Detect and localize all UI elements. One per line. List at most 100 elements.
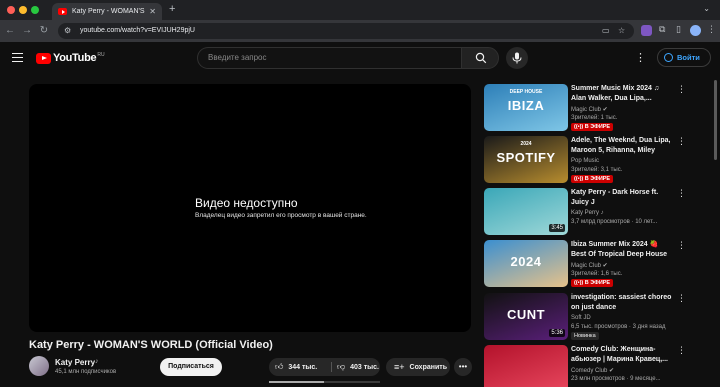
browser-tab-active[interactable]: Katy Perry - WOMAN'S WORL ✕: [52, 3, 162, 20]
window-zoom-button[interactable]: [31, 6, 39, 14]
tab-close-icon[interactable]: ✕: [149, 7, 156, 16]
back-icon[interactable]: ←: [3, 24, 17, 38]
window-close-button[interactable]: [7, 6, 15, 14]
recommendation-title[interactable]: Comedy Club: Женщина-абьюзер | Марина Кр…: [571, 345, 675, 365]
dislike-count: 403 тыс.: [350, 363, 379, 371]
recommendation-title[interactable]: Katy Perry - Dark Horse ft. Juicy J: [571, 188, 675, 208]
recommendation-item[interactable]: 2024 SPOTIFY Adele, The Weeknd, Dua Lipa, …: [484, 136, 704, 188]
guide-menu-icon[interactable]: [12, 53, 23, 62]
search-icon: [475, 52, 487, 64]
page-scrollbar-thumb[interactable]: [714, 80, 717, 160]
recommendation-channel[interactable]: Magic Club ✔: [571, 106, 608, 113]
save-button[interactable]: ≡+ Сохранить: [386, 358, 450, 376]
youtube-favicon-icon: [58, 8, 67, 15]
recommendation-item[interactable]: DEEP HOUSE IBIZA Summer Music Mix 2024 ♫ A…: [484, 84, 704, 136]
recommendation-channel[interactable]: Magic Club ✔: [571, 262, 608, 269]
account-circle-icon: [664, 53, 673, 62]
tab-title: Katy Perry - WOMAN'S WORL: [72, 8, 146, 15]
youtube-logo[interactable]: YouTube RU: [36, 52, 105, 64]
video-player[interactable]: Видео недоступно Владелец видео запретил…: [29, 84, 471, 332]
video-duration: 5:36: [549, 329, 565, 337]
youtube-masthead: YouTube RU Введите запрос ⋮ Войти: [0, 42, 720, 76]
window-minimize-button[interactable]: [19, 6, 27, 14]
browser-menu-icon[interactable]: ⋮: [707, 24, 716, 35]
like-dislike-group: 👍︎ 344 тыс. 👎︎ 403 тыс.: [269, 358, 380, 376]
video-duration: 3:45: [549, 224, 565, 232]
subscriber-count: 45,1 млн подписчиков: [55, 369, 117, 375]
bookmark-star-icon[interactable]: ☆: [618, 26, 625, 36]
recommendation-thumbnail[interactable]: 2024: [484, 240, 568, 287]
side-panel-icon[interactable]: ▯: [676, 24, 687, 35]
recommendation-menu-icon[interactable]: ⋮: [677, 293, 686, 304]
thumbnail-subtext: 2024: [520, 141, 532, 147]
new-tab-icon[interactable]: +: [169, 3, 175, 15]
recommendation-thumbnail[interactable]: 5:36 CUNT: [484, 293, 568, 340]
address-bar[interactable]: ⚙ youtube.com/watch?v=EVIJUH29pjU ▭ ☆: [58, 23, 634, 39]
channel-avatar[interactable]: [29, 356, 49, 376]
recommendation-title[interactable]: Adele, The Weeknd, Dua Lipa, Maroon 5, R…: [571, 136, 675, 156]
unavailable-subtitle: Владелец видео запретил его просмотр в в…: [195, 212, 367, 219]
thumbs-down-icon: 👎︎: [337, 362, 346, 371]
recommendation-item[interactable]: Comedy Club: Женщина-абьюзер | Марина Кр…: [484, 345, 704, 387]
recommendation-thumbnail[interactable]: DEEP HOUSE IBIZA: [484, 84, 568, 131]
recommendation-menu-icon[interactable]: ⋮: [677, 188, 686, 199]
recommendation-title[interactable]: Summer Music Mix 2024 ♫ Alan Walker, Dua…: [571, 84, 675, 104]
recommendation-channel[interactable]: Soft JD: [571, 315, 591, 321]
new-badge: Новинка: [571, 332, 599, 340]
recommendation-title[interactable]: Ibiza Summer Mix 2024 🍓 Best Of Tropical…: [571, 240, 675, 260]
recommendation-meta: 3,7 млрд просмотров · 10 лет...: [571, 219, 658, 225]
settings-kebab-icon[interactable]: ⋮: [635, 51, 646, 64]
thumbnail-text: CUNT: [506, 307, 546, 322]
recommendation-channel[interactable]: Comedy Club ✔: [571, 367, 614, 374]
reload-icon[interactable]: ↻: [37, 24, 51, 38]
recommendation-menu-icon[interactable]: ⋮: [677, 240, 686, 251]
url-text: youtube.com/watch?v=EVIJUH29pjU: [80, 27, 195, 34]
recommendation-meta: 6,5 тыс. просмотров · 3 дня назад: [571, 324, 666, 330]
live-badge: ((•)) В ЭФИРЕ: [571, 279, 614, 287]
thumbs-up-icon: 👍︎: [275, 362, 284, 371]
recommendation-channel[interactable]: Pop Music: [571, 158, 599, 164]
logo-text: YouTube: [53, 52, 97, 64]
search-placeholder: Введите запрос: [208, 53, 267, 62]
recommendation-thumbnail[interactable]: [484, 345, 568, 387]
recommendation-thumbnail[interactable]: 2024 SPOTIFY: [484, 136, 568, 183]
logo-region: RU: [97, 52, 105, 58]
recommendation-meta: Зрителей: 3,1 тыс.: [571, 167, 623, 173]
playlist-add-icon: ≡+: [394, 362, 405, 372]
voice-search-button[interactable]: [506, 47, 528, 69]
extensions-puzzle-icon[interactable]: ⧉: [659, 24, 670, 35]
recommendation-channel[interactable]: Katy Perry ♪: [571, 210, 604, 216]
search-input[interactable]: Введите запрос: [197, 47, 461, 69]
live-badge: ((•)) В ЭФИРЕ: [571, 123, 614, 131]
like-count: 344 тыс.: [288, 363, 318, 371]
recommendation-menu-icon[interactable]: ⋮: [677, 136, 686, 147]
recommendation-item[interactable]: 3:45 Katy Perry - Dark Horse ft. Juicy J K…: [484, 188, 704, 240]
site-settings-icon[interactable]: ⚙: [64, 26, 71, 36]
install-app-icon[interactable]: ▭: [602, 26, 610, 36]
like-button[interactable]: 👍︎ 344 тыс.: [275, 358, 317, 376]
dislike-button[interactable]: 👎︎ 403 тыс.: [337, 358, 379, 376]
forward-icon[interactable]: →: [20, 24, 34, 38]
recommendation-meta: Зрителей: 1,6 тыс.: [571, 271, 623, 277]
recommendation-thumbnail[interactable]: 3:45: [484, 188, 568, 235]
search-button[interactable]: [461, 47, 499, 69]
recommendation-item[interactable]: 5:36 CUNT investigation: sassiest choreo o…: [484, 293, 704, 345]
tab-search-chevron-icon[interactable]: ⌄: [703, 4, 710, 13]
recommendation-menu-icon[interactable]: ⋮: [677, 345, 686, 356]
thumbnail-text: 2024: [510, 254, 542, 269]
recommendation-item[interactable]: 2024 Ibiza Summer Mix 2024 🍓 Best Of Trop…: [484, 240, 704, 292]
signin-button[interactable]: Войти: [657, 48, 711, 67]
microphone-icon: [512, 52, 522, 64]
recommendation-title[interactable]: investigation: sassiest choreo on just d…: [571, 293, 675, 313]
like-divider: [331, 362, 332, 372]
thumbnail-text: SPOTIFY: [496, 150, 556, 165]
video-title: Katy Perry - WOMAN'S WORLD (Official Vid…: [29, 339, 273, 351]
subscribe-button[interactable]: Подписаться: [160, 358, 222, 376]
extension-icon[interactable]: [641, 25, 652, 36]
profile-avatar-icon[interactable]: [690, 25, 701, 36]
channel-name[interactable]: Katy Perry: [55, 358, 95, 367]
live-badge: ((•)) В ЭФИРЕ: [571, 175, 614, 183]
more-actions-button[interactable]: •••: [454, 358, 472, 376]
recommendation-meta: 23 млн просмотров · 9 месяце...: [571, 376, 661, 382]
recommendation-menu-icon[interactable]: ⋮: [677, 84, 686, 95]
